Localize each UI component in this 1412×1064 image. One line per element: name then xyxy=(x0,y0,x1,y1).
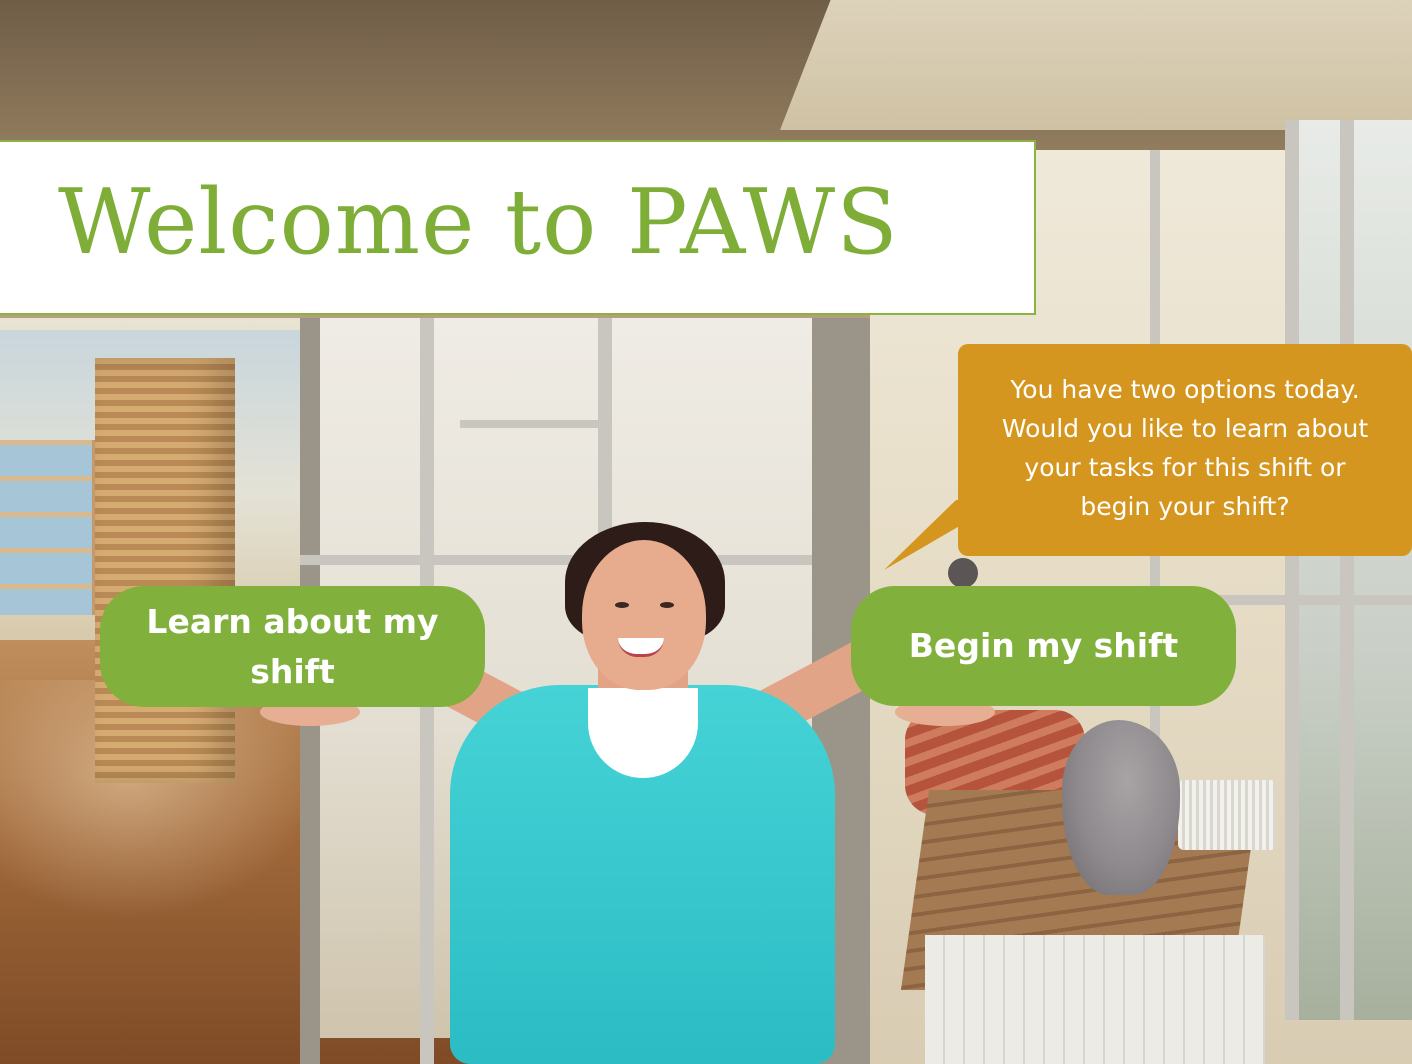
right-eye xyxy=(660,602,674,608)
window-mullion xyxy=(1285,120,1299,1020)
gray-cat xyxy=(1062,720,1180,895)
wicker-basket xyxy=(1178,780,1276,850)
speech-bubble-text: You have two options today. Would you li… xyxy=(968,370,1402,526)
learn-about-shift-button[interactable]: Learn about my shift xyxy=(100,586,485,707)
display-shelf xyxy=(0,440,98,615)
speech-line: Would you like to learn about xyxy=(1001,414,1369,443)
wooden-pillar xyxy=(95,358,235,783)
learn-about-shift-label: Learn about my shift xyxy=(146,601,439,691)
face-skin xyxy=(590,565,700,685)
ceiling-slope xyxy=(780,0,1412,130)
page-title: Welcome to PAWS xyxy=(58,170,899,275)
begin-shift-label: Begin my shift xyxy=(908,626,1179,665)
speech-line: You have two options today. xyxy=(1010,375,1360,404)
window-mullion xyxy=(460,420,600,428)
window-mullion xyxy=(1340,120,1354,1020)
speech-line: your tasks for this shift or xyxy=(1024,453,1346,482)
begin-shift-button[interactable]: Begin my shift xyxy=(851,586,1236,706)
left-eye xyxy=(615,602,629,608)
speech-line: begin your shift? xyxy=(1080,492,1290,521)
